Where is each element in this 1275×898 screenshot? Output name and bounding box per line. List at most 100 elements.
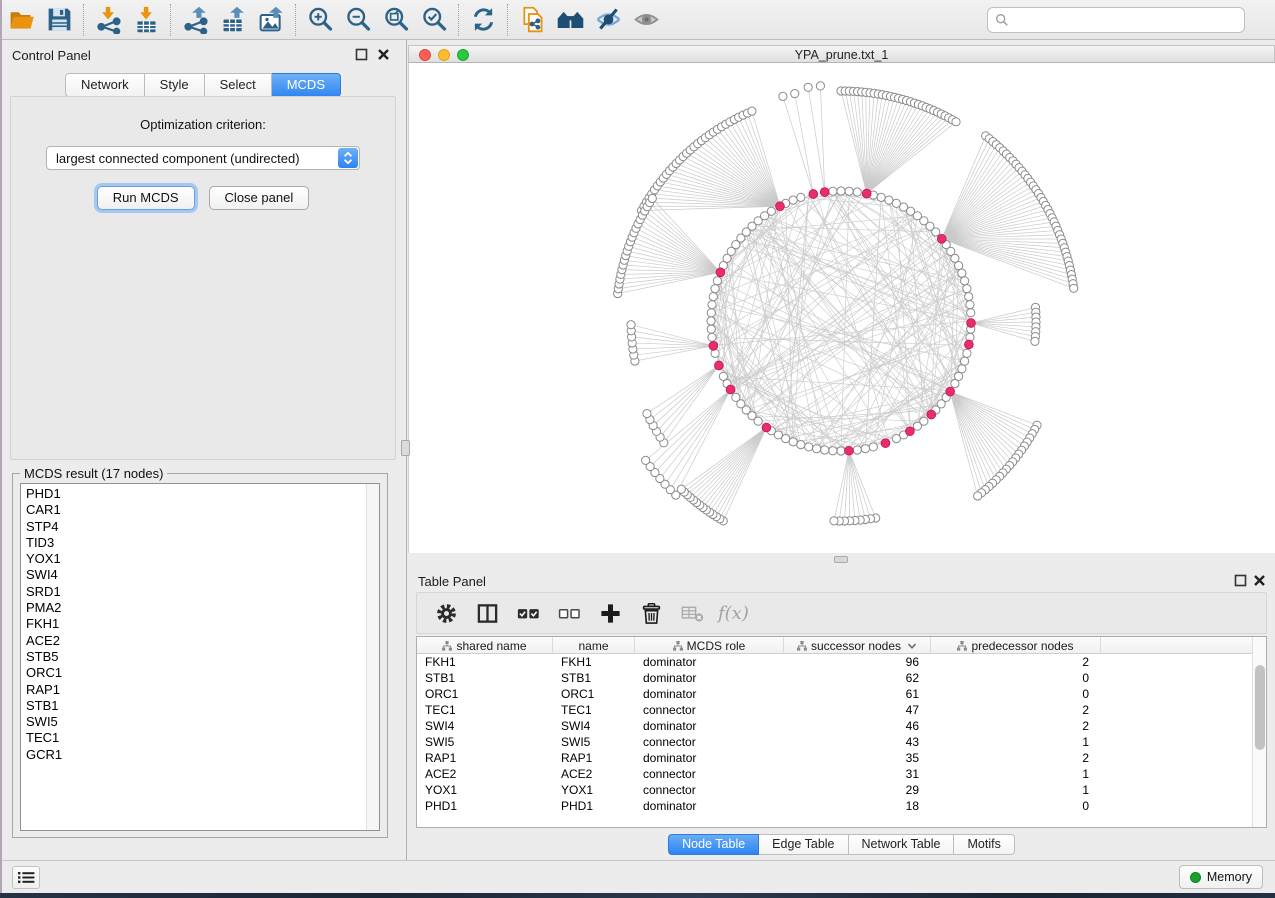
- tab-node-table[interactable]: Node Table: [668, 834, 759, 855]
- select-all-checks-button[interactable]: [511, 597, 545, 629]
- close-panel-button[interactable]: [377, 48, 390, 61]
- open-file-button[interactable]: [2, 2, 40, 38]
- tab-network[interactable]: Network: [65, 73, 145, 97]
- cell-successor-nodes: 43: [784, 734, 931, 750]
- column-label: successor nodes: [811, 639, 901, 653]
- zoom-fit-icon: [382, 5, 411, 34]
- node-table-header-row: shared name nameMCDS role successor nodes p…: [417, 637, 1252, 654]
- float-panel-button[interactable]: [1234, 574, 1247, 587]
- network-canvas[interactable]: [408, 63, 1275, 553]
- mcds-result-item[interactable]: FKH1: [26, 616, 366, 632]
- table-row[interactable]: RAP1RAP1dominator352: [417, 750, 1252, 766]
- search-input[interactable]: [1009, 10, 1244, 30]
- splitter-handle[interactable]: [401, 440, 410, 456]
- zoom-out-button[interactable]: [339, 2, 377, 38]
- tab-motifs[interactable]: Motifs: [954, 834, 1014, 855]
- column-header-shared-name[interactable]: shared name: [417, 637, 553, 654]
- show-all-button[interactable]: [627, 2, 665, 38]
- table-panel-title: Table Panel: [418, 574, 486, 589]
- splitter-handle[interactable]: [834, 556, 848, 563]
- column-header-predecessor-nodes[interactable]: predecessor nodes: [931, 637, 1101, 654]
- mcds-result-item[interactable]: SWI5: [26, 714, 366, 730]
- run-mcds-button[interactable]: Run MCDS: [97, 186, 195, 210]
- cell-name: ACE2: [553, 766, 635, 782]
- close-panel-button[interactable]: [1253, 574, 1266, 587]
- tab-select[interactable]: Select: [205, 73, 272, 97]
- table-row[interactable]: PHD1PHD1dominator180: [417, 798, 1252, 814]
- delete-table-button[interactable]: [675, 597, 709, 629]
- cell-name: SWI5: [553, 734, 635, 750]
- table-scrollbar[interactable]: [1252, 637, 1266, 827]
- zoom-selected-button[interactable]: [415, 2, 453, 38]
- zoom-fit-button[interactable]: [377, 2, 415, 38]
- column-header-name[interactable]: name: [553, 637, 635, 654]
- tab-style[interactable]: Style: [145, 73, 205, 97]
- cell-predecessor-nodes: 2: [931, 718, 1101, 734]
- mcds-result-item[interactable]: SWI4: [26, 567, 366, 583]
- new-network-from-selection-button[interactable]: [513, 2, 551, 38]
- table-row[interactable]: SWI4SWI4dominator462: [417, 718, 1252, 734]
- save-icon: [45, 5, 74, 34]
- add-column-button[interactable]: [593, 597, 627, 629]
- control-panel-title: Control Panel: [12, 48, 91, 63]
- toolbar-separator: [295, 4, 296, 36]
- table-scrollbar-thumb[interactable]: [1255, 665, 1265, 750]
- mcds-result-item[interactable]: PHD1: [26, 486, 366, 502]
- function-builder-button[interactable]: f(x): [718, 603, 749, 624]
- table-row[interactable]: ORC1ORC1dominator610: [417, 686, 1252, 702]
- mcds-result-item[interactable]: STB1: [26, 698, 366, 714]
- horizontal-splitter[interactable]: [408, 553, 1275, 566]
- cell-name: FKH1: [553, 654, 635, 670]
- table-row[interactable]: YOX1YOX1connector291: [417, 782, 1252, 798]
- control-panel-header: Control Panel: [2, 40, 404, 68]
- first-neighbors-button[interactable]: [551, 2, 589, 38]
- mcds-result-item[interactable]: TEC1: [26, 730, 366, 746]
- hide-selected-button[interactable]: [589, 2, 627, 38]
- table-row[interactable]: TEC1TEC1connector472: [417, 702, 1252, 718]
- tab-network-table[interactable]: Network Table: [849, 834, 955, 855]
- cell-successor-nodes: 96: [784, 654, 931, 670]
- table-row[interactable]: ACE2ACE2connector311: [417, 766, 1252, 782]
- table-settings-button[interactable]: [429, 597, 463, 629]
- export-image-button[interactable]: [252, 2, 290, 38]
- optimization-criterion-dropdown[interactable]: largest connected component (undirected): [46, 146, 360, 170]
- mcds-result-item[interactable]: TID3: [26, 535, 366, 551]
- refresh-button[interactable]: [464, 2, 502, 38]
- mcds-list-scrollbar[interactable]: [366, 484, 379, 830]
- tab-mcds[interactable]: MCDS: [272, 73, 341, 97]
- mcds-result-item[interactable]: CAR1: [26, 502, 366, 518]
- zoom-in-button[interactable]: [301, 2, 339, 38]
- export-table-button[interactable]: [214, 2, 252, 38]
- tab-edge-table[interactable]: Edge Table: [759, 834, 848, 855]
- column-header-successor-nodes[interactable]: successor nodes: [784, 637, 931, 654]
- mcds-result-item[interactable]: YOX1: [26, 551, 366, 567]
- delete-columns-button[interactable]: [634, 597, 668, 629]
- import-table-button[interactable]: [127, 2, 165, 38]
- mcds-result-item[interactable]: GCR1: [26, 747, 366, 763]
- clear-all-checks-button[interactable]: [552, 597, 586, 629]
- cell-shared-name: SWI4: [417, 718, 553, 734]
- column-header-MCDS-role[interactable]: MCDS role: [635, 637, 784, 654]
- export-network-button[interactable]: [176, 2, 214, 38]
- duplicate-network-document-icon: [518, 5, 547, 34]
- mcds-result-item[interactable]: SRD1: [26, 584, 366, 600]
- float-panel-button[interactable]: [355, 48, 368, 61]
- show-panels-menu-button[interactable]: [12, 866, 40, 889]
- zoom-in-icon: [306, 5, 335, 34]
- table-row[interactable]: FKH1FKH1dominator962: [417, 654, 1252, 670]
- table-row[interactable]: STB1STB1dominator620: [417, 670, 1252, 686]
- mcds-result-item[interactable]: STB5: [26, 649, 366, 665]
- mcds-result-item[interactable]: STP4: [26, 519, 366, 535]
- table-row[interactable]: SWI5SWI5connector431: [417, 734, 1252, 750]
- close-panel-button[interactable]: Close panel: [209, 186, 310, 210]
- mcds-result-item[interactable]: PMA2: [26, 600, 366, 616]
- mcds-result-item[interactable]: ORC1: [26, 665, 366, 681]
- column-label: shared name: [456, 639, 526, 653]
- import-network-button[interactable]: [89, 2, 127, 38]
- memory-button[interactable]: Memory: [1179, 865, 1263, 889]
- mcds-result-item[interactable]: ACE2: [26, 633, 366, 649]
- show-columns-button[interactable]: [470, 597, 504, 629]
- mcds-result-item[interactable]: RAP1: [26, 682, 366, 698]
- network-window-titlebar[interactable]: YPA_prune.txt_1: [408, 45, 1275, 63]
- save-button[interactable]: [40, 2, 78, 38]
